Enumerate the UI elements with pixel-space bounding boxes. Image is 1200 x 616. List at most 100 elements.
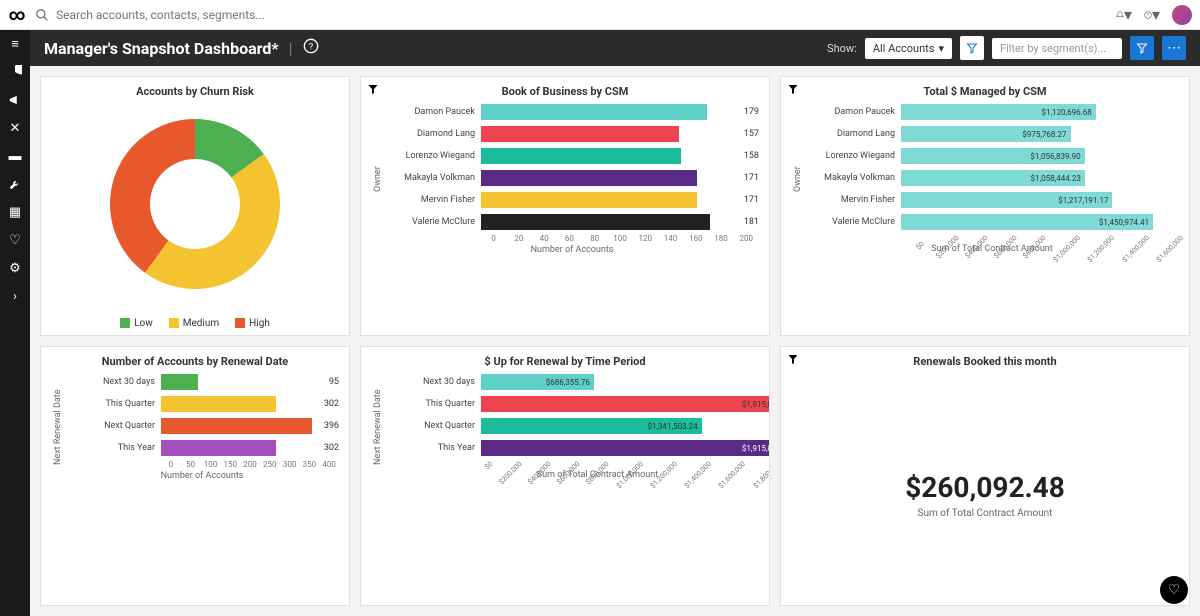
bar-row: Damon Paucek179 <box>385 104 759 120</box>
hbar-chart: Next Renewal Date Next 30 days 95 This Qua… <box>51 374 339 481</box>
axis-tick: 140 <box>658 234 683 243</box>
bar-fill[interactable] <box>481 148 681 164</box>
apply-filter-button[interactable] <box>1130 36 1154 60</box>
metric-value: $260,092.48 <box>905 471 1065 504</box>
bar-fill[interactable] <box>481 126 679 142</box>
bar-fill[interactable] <box>161 374 198 390</box>
show-label: Show: <box>827 42 857 55</box>
axis-tick: 160 <box>683 234 708 243</box>
menu-icon[interactable]: ≡ <box>7 36 23 52</box>
bar-row: Valerie McClure181 <box>385 214 759 230</box>
card-churn-risk: Accounts by Churn Risk Low Medium High <box>40 76 350 336</box>
bar-track <box>161 418 314 434</box>
segment-filter-placeholder: Filter by segment(s)... <box>1000 42 1106 55</box>
bar-category-label: This Quarter <box>65 399 155 409</box>
search-input[interactable] <box>56 8 356 22</box>
bar-fill[interactable] <box>481 214 710 230</box>
bar-fill[interactable] <box>161 418 312 434</box>
help-circle-icon[interactable]: ? <box>303 38 319 58</box>
gear-icon[interactable]: ⚙ <box>7 260 23 276</box>
wrench-icon[interactable] <box>7 176 23 192</box>
sidebar: ≡ ✕ ▬ ▦ ♡ ⚙ › <box>0 30 30 616</box>
bar-fill[interactable]: $1,217,191.17 <box>901 192 1112 208</box>
axis-tick: 350 <box>299 460 319 469</box>
bar-row: Next 30 days 95 <box>65 374 339 390</box>
card-filter-icon[interactable] <box>787 353 799 368</box>
bar-category-label: Diamond Lang <box>805 129 895 139</box>
x-axis-label: Sum of Total Contract Amount <box>385 470 770 480</box>
shuffle-icon[interactable]: ✕ <box>7 120 23 136</box>
bar-fill[interactable]: $1,056,839.90 <box>901 148 1085 164</box>
bar-fill[interactable] <box>481 192 697 208</box>
feedback-heart-button[interactable]: ♡ <box>1160 576 1188 604</box>
bar-fill[interactable] <box>481 170 697 186</box>
axis-tick: 200 <box>240 460 260 469</box>
segment-filter-input[interactable]: Filter by segment(s)... <box>992 38 1122 59</box>
bar-fill[interactable] <box>161 396 276 412</box>
bar-category-label: Makayla Volkman <box>805 173 895 183</box>
help-icon[interactable]: ?▾ <box>1144 7 1160 23</box>
bar-row: Next Quarter396 <box>65 418 339 434</box>
page-header: Manager's Snapshot Dashboard* | ? Show: … <box>30 30 1200 66</box>
bar-fill[interactable]: $1,915,889.07 <box>481 440 770 456</box>
segment-filter-icon-button[interactable] <box>960 36 984 60</box>
card-filter-icon[interactable] <box>367 83 379 98</box>
heart-icon[interactable]: ♡ <box>7 232 23 248</box>
y-axis-label: Next Renewal Date <box>371 374 385 480</box>
bar-row: Mervin Fisher$1,217,191.17 <box>805 192 1179 208</box>
bar-fill[interactable]: $975,768.27 <box>901 126 1071 142</box>
dashboard-grid: Accounts by Churn Risk Low Medium High B… <box>30 66 1200 616</box>
bar-fill[interactable]: $1,058,444.23 <box>901 170 1085 186</box>
bar-row: Next Quarter $1,341,503.24 <box>385 418 770 434</box>
bar-row: This Year302 <box>65 440 339 456</box>
x-axis-label: Number of Accounts <box>385 245 759 255</box>
bar-category-label: Diamond Lang <box>385 129 475 139</box>
bar-row: Lorenzo Wiegand $1,056,839.90 <box>805 148 1179 164</box>
card-filter-icon[interactable] <box>787 83 799 98</box>
axis-tick: 250 <box>260 460 280 469</box>
bar-track <box>481 170 734 186</box>
bar-fill[interactable]: $1,915,889.07 <box>481 396 770 412</box>
bar-category-label: Makayla Volkman <box>385 173 475 183</box>
bar-fill[interactable]: $1,450,974.41 <box>901 214 1153 230</box>
bar-value-label: 181 <box>744 217 759 227</box>
bar-fill[interactable] <box>481 104 707 120</box>
card-title: Total $ Managed by CSM <box>791 85 1179 98</box>
more-actions-button[interactable]: ⋯ <box>1162 36 1186 60</box>
bar-row: Diamond Lang157 <box>385 126 759 142</box>
columns-icon[interactable]: ▬ <box>7 148 23 164</box>
bar-fill[interactable]: $1,120,696.68 <box>901 104 1096 120</box>
y-axis-label: Owner <box>371 104 385 255</box>
y-axis-label: Next Renewal Date <box>51 374 65 481</box>
axis-tick: 400 <box>319 460 339 469</box>
bar-category-label: Lorenzo Wiegand <box>805 151 895 161</box>
bar-track: $1,915,889.07 <box>481 396 770 412</box>
account-filter-select[interactable]: All Accounts ▾ <box>865 38 952 59</box>
expand-icon[interactable]: › <box>7 288 23 304</box>
bar-fill[interactable]: $1,341,503.24 <box>481 418 702 434</box>
bar-value-label: 158 <box>744 151 759 161</box>
bar-category-label: This Quarter <box>385 399 475 409</box>
bar-category-label: Next 30 days <box>65 377 155 387</box>
pie-chart-icon[interactable] <box>7 64 23 80</box>
card-title: Accounts by Churn Risk <box>51 85 339 98</box>
bar-track: $1,915,889.07 <box>481 440 770 456</box>
document-icon[interactable]: ▦ <box>7 204 23 220</box>
avatar[interactable] <box>1172 5 1192 25</box>
bar-track <box>161 440 314 456</box>
bar-fill[interactable] <box>161 440 276 456</box>
header-right: Show: All Accounts ▾ Filter by segment(s… <box>827 36 1186 60</box>
axis-tick: 100 <box>607 234 632 243</box>
account-filter-value: All Accounts <box>873 42 935 55</box>
bar-category-label: Next Quarter <box>385 421 475 431</box>
donut-slice[interactable] <box>145 154 280 289</box>
card-title: Number of Accounts by Renewal Date <box>51 355 339 368</box>
bar-row: Next 30 days$686,355.76 <box>385 374 770 390</box>
notifications-icon[interactable]: ▾ <box>1116 7 1132 23</box>
bar-fill[interactable]: $686,355.76 <box>481 374 594 390</box>
megaphone-icon[interactable] <box>7 92 23 108</box>
bar-row: Mervin Fisher171 <box>385 192 759 208</box>
x-axis-label: Sum of Total Contract Amount <box>805 244 1179 254</box>
bar-value-label: 302 <box>324 443 339 453</box>
bar-value-label: 95 <box>329 377 339 387</box>
